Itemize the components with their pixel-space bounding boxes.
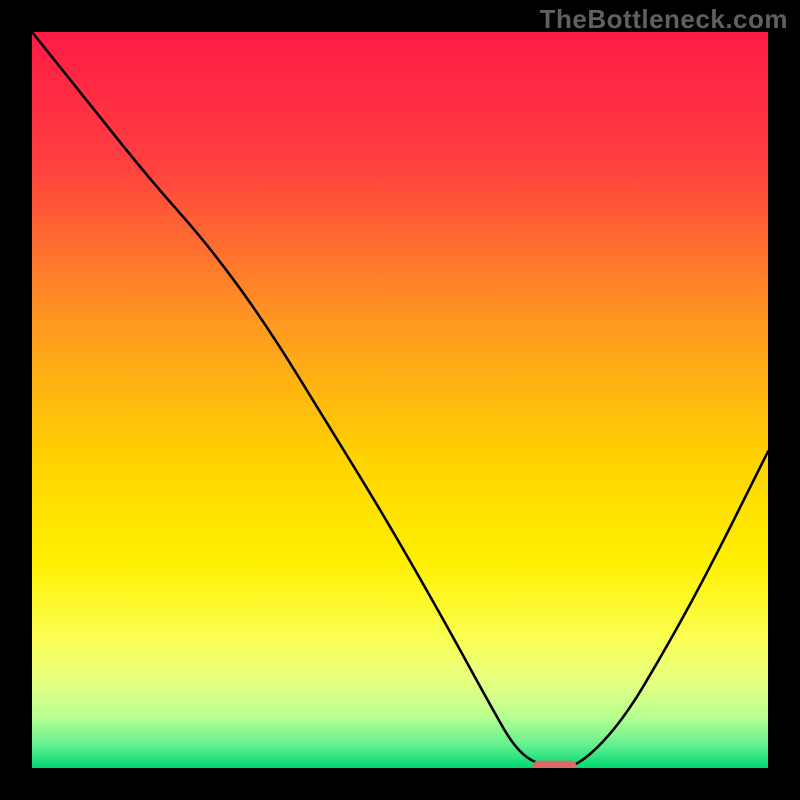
optimal-marker (532, 761, 576, 768)
watermark-label: TheBottleneck.com (540, 4, 788, 35)
chart-frame: TheBottleneck.com (0, 0, 800, 800)
chart-plot (32, 32, 768, 768)
gradient-background (32, 32, 768, 768)
